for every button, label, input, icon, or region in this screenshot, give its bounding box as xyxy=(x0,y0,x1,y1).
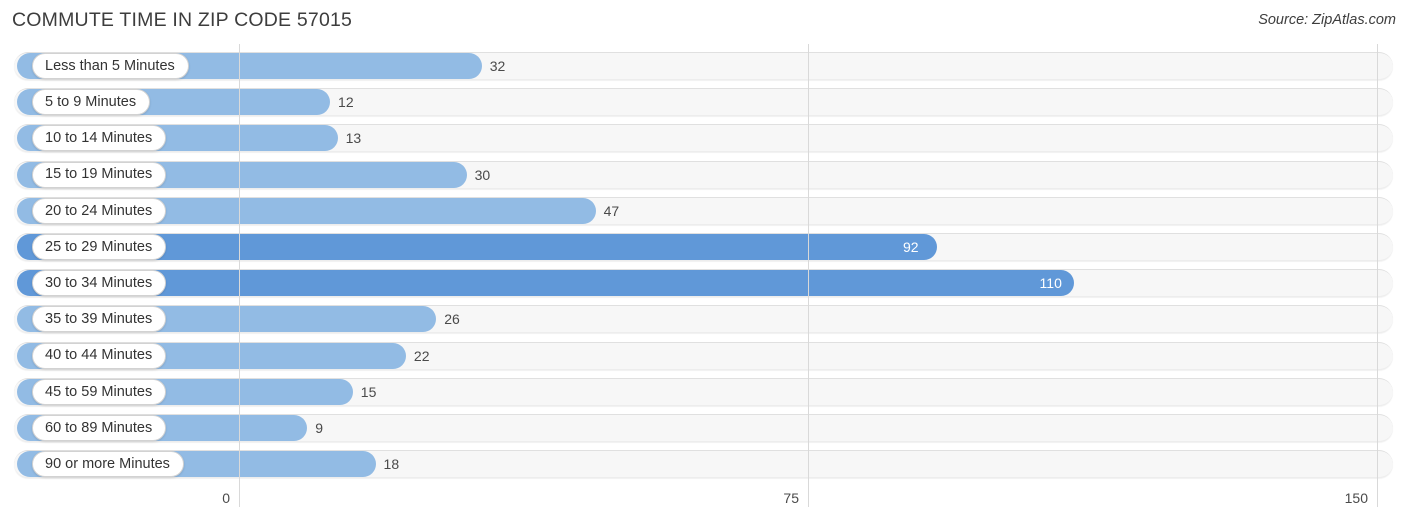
x-axis: 0 75 150 xyxy=(0,477,1406,523)
bar-category-label: 10 to 14 Minutes xyxy=(45,130,153,147)
bar-row[interactable]: 40 to 44 Minutes 22 xyxy=(14,341,1393,370)
bar-value-label: 12 xyxy=(338,94,354,111)
bar-row[interactable]: 60 to 89 Minutes 9 xyxy=(14,414,1393,442)
bar-row[interactable]: 10 to 14 Minutes 13 xyxy=(14,124,1393,153)
bar-category-label: 35 to 39 Minutes xyxy=(45,311,153,328)
bar-value-label: 22 xyxy=(413,347,430,364)
bar-category-pill: 25 to 29 Minutes xyxy=(32,234,167,260)
axis-tickline-0 xyxy=(239,477,240,507)
bar-category-label: 45 to 59 Minutes xyxy=(45,383,153,400)
bar-value-label: 13 xyxy=(345,130,362,147)
bar-category-label: 20 to 24 Minutes xyxy=(45,202,153,219)
bar-category-pill: 20 to 24 Minutes xyxy=(32,197,167,224)
source-attribution: Source: ZipAtlas.com xyxy=(1258,12,1396,28)
page-title: COMMUTE TIME IN ZIP CODE 57015 xyxy=(12,9,353,31)
chart-header: COMMUTE TIME IN ZIP CODE 57015 Source: Z… xyxy=(0,0,1406,44)
bar-row[interactable]: 30 to 34 Minutes 110 xyxy=(14,269,1393,298)
bar-value-label: 9 xyxy=(315,420,324,436)
bar-category-pill: 60 to 89 Minutes xyxy=(32,415,167,441)
bar-category-label: 60 to 89 Minutes xyxy=(45,419,153,436)
bar-row[interactable]: 20 to 24 Minutes 47 xyxy=(14,196,1393,225)
bar-category-label: 40 to 44 Minutes xyxy=(45,347,153,364)
bar-category-pill: 10 to 14 Minutes xyxy=(32,125,167,152)
bar-row[interactable]: 15 to 19 Minutes 30 xyxy=(14,160,1393,189)
bar-value-label: 15 xyxy=(360,383,377,400)
bar-row[interactable]: Less than 5 Minutes 32 xyxy=(14,52,1393,80)
bar-fill xyxy=(17,270,1074,297)
bar-row[interactable]: 35 to 39 Minutes 26 xyxy=(14,305,1393,334)
bar-value-label: 26 xyxy=(444,311,460,328)
bar-value-label: 32 xyxy=(489,58,506,74)
axis-tick-label: 150 xyxy=(1344,490,1368,506)
bar-value-label: 92 xyxy=(902,239,919,255)
bar-category-pill: 35 to 39 Minutes xyxy=(32,306,167,333)
bar-category-label: 90 or more Minutes xyxy=(45,455,170,472)
bar-row[interactable]: 45 to 59 Minutes 15 xyxy=(14,377,1393,406)
bar-category-pill: 30 to 34 Minutes xyxy=(32,270,167,297)
axis-tickline-150 xyxy=(1377,477,1378,507)
bar-category-label: 15 to 19 Minutes xyxy=(45,166,153,183)
bar-value-label: 18 xyxy=(383,456,400,473)
bar-category-pill: 15 to 19 Minutes xyxy=(32,161,167,188)
bar-row[interactable]: 90 or more Minutes 18 xyxy=(14,450,1393,479)
bar-category-label: 30 to 34 Minutes xyxy=(45,274,153,291)
chart-plot-area: Less than 5 Minutes 32 5 to 9 Minutes 12 10 … xyxy=(0,44,1406,485)
bar-value-label: 30 xyxy=(474,166,491,183)
bar-category-pill: 5 to 9 Minutes xyxy=(32,89,151,116)
axis-tick-label: 0 xyxy=(222,490,230,506)
bar-row[interactable]: 5 to 9 Minutes 12 xyxy=(14,88,1393,117)
bar-row[interactable]: 25 to 29 Minutes 92 xyxy=(14,233,1393,261)
bar-category-label: 5 to 9 Minutes xyxy=(45,93,137,110)
bar-category-pill: 40 to 44 Minutes xyxy=(32,342,167,369)
bar-value-label: 47 xyxy=(603,202,620,219)
axis-tick-label: 75 xyxy=(783,490,799,506)
bar-category-label: Less than 5 Minutes xyxy=(45,57,175,74)
axis-tickline-75 xyxy=(808,477,809,507)
bar-category-label: 25 to 29 Minutes xyxy=(45,238,153,255)
bar-category-pill: 45 to 59 Minutes xyxy=(32,378,167,405)
bar-value-label: 110 xyxy=(1039,275,1062,292)
bar-category-pill: 90 or more Minutes xyxy=(32,451,184,478)
bar-category-pill: Less than 5 Minutes xyxy=(32,53,189,79)
